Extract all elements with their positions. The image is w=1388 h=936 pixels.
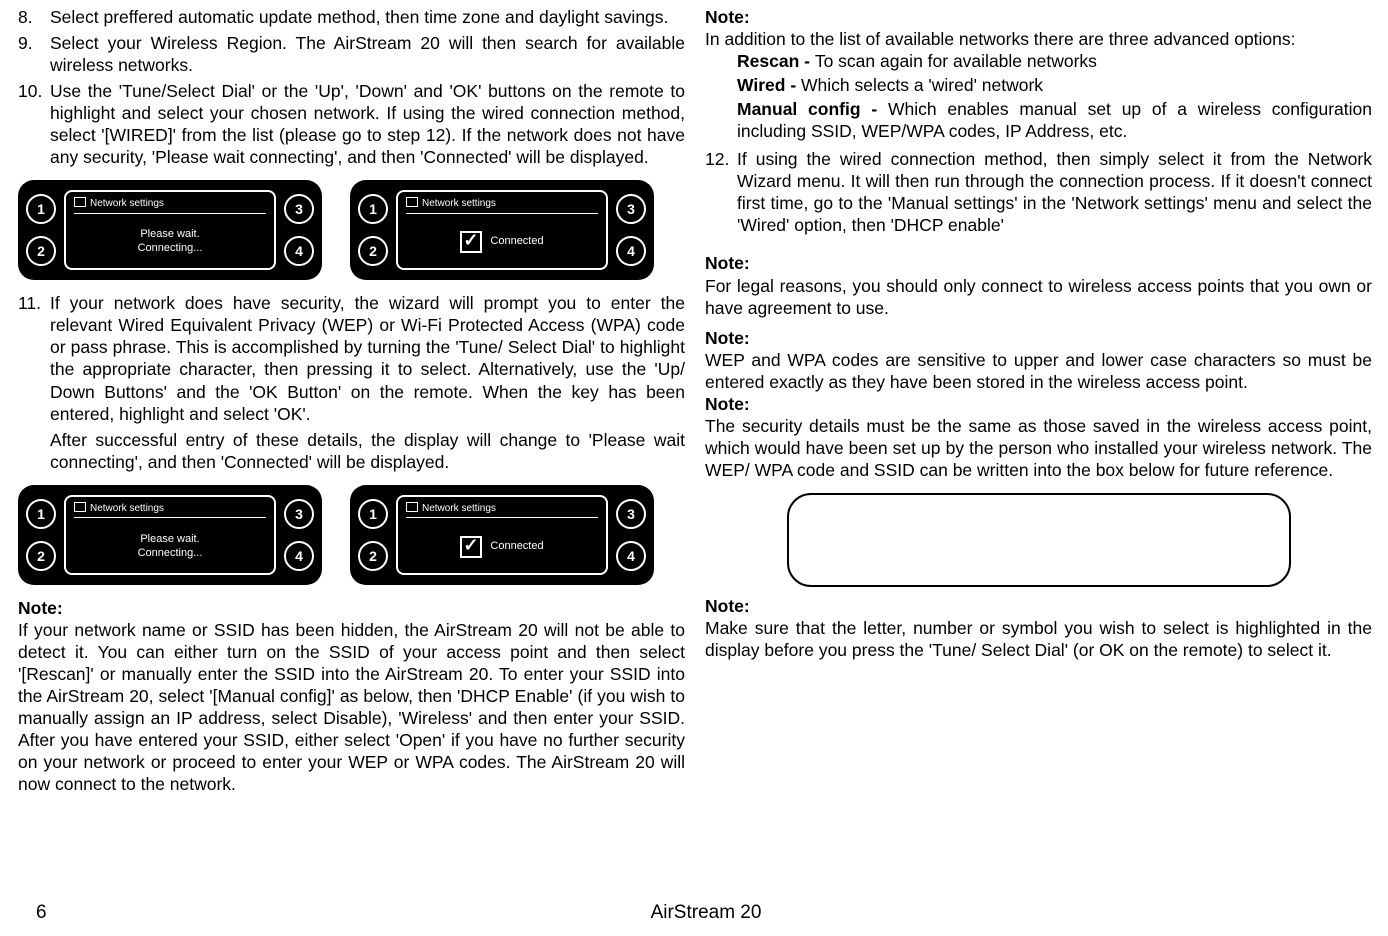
page: 8. Select preffered automatic update met…	[0, 0, 1388, 795]
device-button-2: 2	[358, 541, 388, 571]
device-screen: Network settings Connected	[396, 495, 608, 575]
list-number: 12.	[705, 148, 737, 236]
option-label: Rescan -	[737, 51, 815, 71]
device-button-4: 4	[616, 541, 646, 571]
device-button-2: 2	[26, 236, 56, 266]
device-button-1: 1	[26, 499, 56, 529]
device-button-2: 2	[26, 541, 56, 571]
device-display-connecting: 1 2 3 4 Network settings Please wait. Co…	[18, 485, 322, 585]
page-number: 6	[36, 902, 47, 924]
option-manual-config: Manual config - Which enables manual set…	[737, 98, 1372, 142]
option-label: Wired -	[737, 75, 801, 95]
note-label: Note:	[705, 393, 1372, 415]
note-label: Note:	[705, 6, 1372, 28]
left-column: 8. Select preffered automatic update met…	[18, 6, 685, 795]
screen-text-line1: Please wait.	[140, 228, 199, 242]
list-item-12: 12. If using the wired connection method…	[705, 148, 1372, 236]
screen-title: Network settings	[422, 503, 496, 514]
list-number: 9.	[18, 32, 50, 76]
screen-title-bar: Network settings	[74, 196, 266, 214]
list-item-11: 11. If your network does have security, …	[18, 292, 685, 424]
note-label: Note:	[705, 595, 1372, 617]
device-button-3: 3	[616, 499, 646, 529]
list-item-8: 8. Select preffered automatic update met…	[18, 6, 685, 28]
device-screen: Network settings Please wait. Connecting…	[64, 495, 276, 575]
note-1-text: If your network name or SSID has been hi…	[18, 619, 685, 795]
screen-title: Network settings	[90, 198, 164, 209]
list-icon	[406, 502, 418, 512]
list-number: 10.	[18, 80, 50, 168]
device-screen: Network settings Connected	[396, 190, 608, 270]
screen-text-line2: Connecting...	[138, 547, 203, 561]
check-icon	[460, 536, 482, 558]
list-text: Select your Wireless Region. The AirStre…	[50, 32, 685, 76]
screen-body: Please wait. Connecting...	[66, 521, 274, 573]
device-button-1: 1	[26, 194, 56, 224]
device-display-connecting: 1 2 3 4 Network settings Please wait. Co…	[18, 180, 322, 280]
list-text: Select preffered automatic update method…	[50, 6, 685, 28]
list-text: If your network does have security, the …	[50, 292, 685, 424]
note-label: Note:	[705, 327, 1372, 349]
device-display-connected: 1 2 3 4 Network settings Connected	[350, 180, 654, 280]
device-button-3: 3	[284, 499, 314, 529]
right-column: Note: In addition to the list of availab…	[705, 6, 1376, 795]
list-text: Use the 'Tune/Select Dial' or the 'Up', …	[50, 80, 685, 168]
list-item-10: 10. Use the 'Tune/Select Dial' or the 'U…	[18, 80, 685, 168]
check-icon	[460, 231, 482, 253]
note-intro: In addition to the list of available net…	[705, 28, 1372, 50]
screen-title: Network settings	[90, 503, 164, 514]
note-5-text: Make sure that the letter, number or sym…	[705, 617, 1372, 661]
writein-box	[787, 493, 1291, 587]
option-rescan: Rescan - To scan again for available net…	[737, 50, 1372, 72]
device-button-1: 1	[358, 194, 388, 224]
list-number: 11.	[18, 292, 50, 424]
screen-title: Network settings	[422, 198, 496, 209]
screen-text-line2: Connecting...	[138, 242, 203, 256]
device-button-2: 2	[358, 236, 388, 266]
option-text: Which selects a 'wired' network	[801, 75, 1043, 95]
screen-body: Connected	[398, 216, 606, 268]
list-icon	[74, 502, 86, 512]
device-button-3: 3	[616, 194, 646, 224]
screen-text-connected: Connected	[490, 540, 543, 554]
option-wired: Wired - Which selects a 'wired' network	[737, 74, 1372, 96]
device-button-1: 1	[358, 499, 388, 529]
list-icon	[74, 197, 86, 207]
note-3-text: WEP and WPA codes are sensitive to upper…	[705, 349, 1372, 393]
screen-title-bar: Network settings	[406, 196, 598, 214]
screen-text-connected: Connected	[490, 235, 543, 249]
device-button-4: 4	[616, 236, 646, 266]
device-button-3: 3	[284, 194, 314, 224]
device-button-4: 4	[284, 541, 314, 571]
list-item-11-extra: After successful entry of these details,…	[50, 429, 685, 473]
device-display-connected: 1 2 3 4 Network settings Connected	[350, 485, 654, 585]
option-label: Manual config -	[737, 99, 888, 119]
screen-title-bar: Network settings	[74, 501, 266, 519]
list-number: 8.	[18, 6, 50, 28]
note-label: Note:	[18, 597, 685, 619]
page-footer: 6 AirStream 20	[36, 902, 1376, 924]
device-screen: Network settings Please wait. Connecting…	[64, 190, 276, 270]
list-icon	[406, 197, 418, 207]
screen-title-bar: Network settings	[406, 501, 598, 519]
footer-title: AirStream 20	[651, 902, 762, 924]
list-text: If using the wired connection method, th…	[737, 148, 1372, 236]
device-button-4: 4	[284, 236, 314, 266]
screen-text-line1: Please wait.	[140, 533, 199, 547]
screen-body: Connected	[398, 521, 606, 573]
list-item-9: 9. Select your Wireless Region. The AirS…	[18, 32, 685, 76]
device-row-1: 1 2 3 4 Network settings Please wait. Co…	[18, 180, 685, 280]
screen-body: Please wait. Connecting...	[66, 216, 274, 268]
note-4-text: The security details must be the same as…	[705, 415, 1372, 481]
device-row-2: 1 2 3 4 Network settings Please wait. Co…	[18, 485, 685, 585]
option-text: To scan again for available networks	[815, 51, 1097, 71]
note-2-text: For legal reasons, you should only conne…	[705, 275, 1372, 319]
note-label: Note:	[705, 252, 1372, 274]
list-text-span: If your network does have security, the …	[50, 293, 685, 423]
